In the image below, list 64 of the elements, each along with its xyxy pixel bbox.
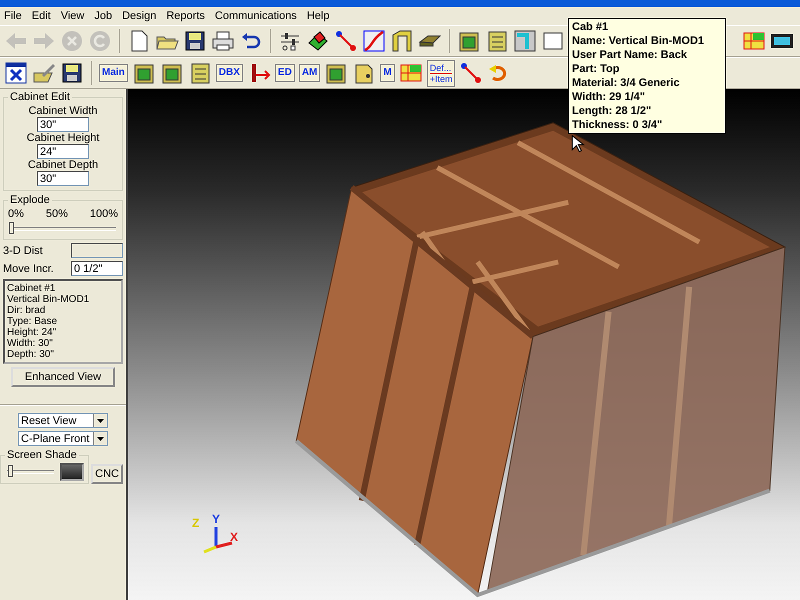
input-field[interactable]: 30" bbox=[37, 171, 89, 186]
toolbar-text-icon[interactable]: ED bbox=[274, 64, 295, 82]
axis-label: X bbox=[230, 531, 238, 543]
info-line: Depth: 30" bbox=[7, 349, 55, 360]
input-field[interactable]: 0 1/2" bbox=[71, 261, 123, 276]
toolbar-text-icon[interactable]: Def... +Item bbox=[426, 60, 456, 86]
field-label: Cabinet Height bbox=[26, 132, 100, 144]
menu-item[interactable]: Edit bbox=[30, 10, 52, 22]
node-line-icon[interactable] bbox=[459, 61, 484, 85]
profile-icon[interactable] bbox=[362, 29, 386, 53]
cnc-button[interactable]: CNC bbox=[91, 464, 123, 484]
slider-thumb[interactable] bbox=[8, 465, 14, 477]
tooltip-line: Width: 29 1/4" bbox=[572, 90, 646, 104]
field-label: Cabinet Width bbox=[28, 105, 98, 117]
menu-item[interactable]: Communications bbox=[214, 10, 298, 22]
node-line-icon[interactable] bbox=[334, 29, 358, 53]
menu-item[interactable]: Reports bbox=[165, 10, 206, 22]
field-label: Move Incr. bbox=[3, 262, 54, 274]
info-line: Cabinet #1 bbox=[7, 283, 56, 294]
tooltip-line: Part: Top bbox=[572, 62, 620, 76]
input-field[interactable] bbox=[71, 243, 123, 258]
plane-dropdown[interactable]: C-Plane Front bbox=[18, 431, 108, 446]
field-label: 3-D Dist bbox=[3, 244, 43, 256]
menu-item[interactable]: Design bbox=[121, 10, 158, 22]
slider-thumb[interactable] bbox=[9, 222, 14, 234]
frame-icon[interactable] bbox=[390, 29, 414, 53]
view-dropdown[interactable]: Reset View bbox=[18, 413, 108, 428]
axis-label: Y bbox=[212, 513, 220, 525]
tooltip-line: Length: 28 1/2" bbox=[572, 104, 652, 118]
menu-item[interactable]: File bbox=[3, 10, 23, 22]
toolbar-text-icon[interactable]: DBX bbox=[216, 64, 243, 82]
tooltip-line: Cab #1 bbox=[572, 20, 610, 34]
diamond-block-icon[interactable] bbox=[306, 29, 330, 53]
toolbar-text-icon[interactable]: M bbox=[380, 64, 395, 82]
folder-pencil-icon[interactable] bbox=[32, 61, 56, 85]
corner-cabinet-icon[interactable] bbox=[513, 29, 537, 53]
input-field[interactable]: 24" bbox=[37, 144, 89, 159]
tick-label: 100% bbox=[90, 208, 118, 220]
info-line: Vertical Bin-MOD1 bbox=[7, 294, 90, 305]
toolbar-text-icon[interactable]: Main bbox=[99, 64, 128, 82]
enhanced-view-button[interactable]: Enhanced View bbox=[11, 367, 115, 387]
window-close-icon[interactable] bbox=[4, 61, 28, 85]
group-title: Screen Shade bbox=[6, 449, 78, 461]
tick-label: 50% bbox=[46, 208, 68, 220]
info-line: Width: 30" bbox=[7, 338, 54, 349]
axis-label: Z bbox=[192, 517, 200, 529]
menu-item[interactable]: Help bbox=[306, 10, 330, 22]
toolbar-text-icon[interactable]: AM bbox=[298, 64, 320, 82]
group-title: Cabinet Edit bbox=[9, 91, 71, 103]
menu-item[interactable]: Job bbox=[93, 10, 114, 22]
menu-item[interactable]: View bbox=[60, 10, 86, 22]
tooltip-line: User Part Name: Back bbox=[572, 48, 688, 62]
info-line: Dir: brad bbox=[7, 305, 46, 316]
info-line: Height: 24" bbox=[7, 327, 58, 338]
group-title: Explode bbox=[9, 194, 51, 206]
field-label: Cabinet Depth bbox=[28, 159, 98, 171]
tooltip-line: Thickness: 0 3/4" bbox=[572, 118, 664, 132]
tick-label: 0% bbox=[8, 208, 24, 220]
tooltip-line: Name: Vertical Bin-MOD1 bbox=[572, 34, 706, 48]
printer-icon[interactable] bbox=[211, 29, 235, 53]
tooltip-line: Material: 3/4 Generic bbox=[572, 76, 681, 90]
input-field[interactable]: 30" bbox=[37, 117, 89, 132]
info-line: Type: Base bbox=[7, 316, 58, 327]
color-swatch[interactable] bbox=[60, 463, 84, 481]
